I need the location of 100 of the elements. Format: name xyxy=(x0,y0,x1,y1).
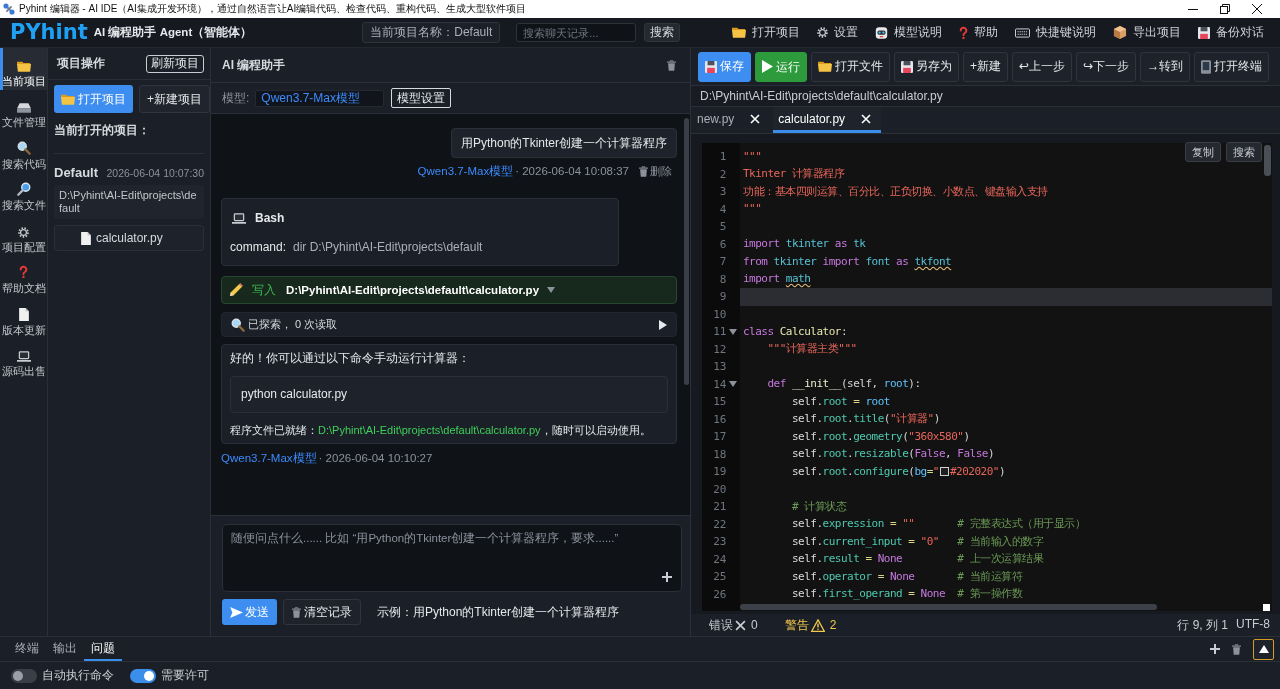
code-text: def __init__(self, root): xyxy=(766,377,921,392)
vertical-scrollbar[interactable] xyxy=(1264,145,1271,176)
fold-icon[interactable] xyxy=(729,381,737,388)
search-button[interactable]: 搜索 xyxy=(1226,142,1262,162)
sidebar-item[interactable]: 搜索代码 xyxy=(0,131,47,173)
toggle-switch[interactable] xyxy=(130,668,156,683)
menu-item[interactable]: 打开项目 xyxy=(732,25,800,40)
toolbar-button[interactable]: 另存为 xyxy=(894,51,959,82)
editor-tab[interactable]: new.py xyxy=(694,107,769,133)
question-mark-icon xyxy=(19,265,28,279)
line-number: 1 xyxy=(719,150,726,164)
code-text: self.result = None # 上一次运算结果 xyxy=(790,552,1044,567)
trash-icon[interactable] xyxy=(1232,643,1241,655)
sidebar-item[interactable]: 帮助文档 xyxy=(0,255,47,297)
search-icon xyxy=(16,140,31,155)
caret-up-icon xyxy=(1258,645,1269,653)
search-button[interactable]: 搜索 xyxy=(644,23,681,42)
code-text: Tkinter 计算器程序 xyxy=(743,167,845,182)
model-name: Qwen3.7-Max模型 xyxy=(221,450,317,466)
laptop-icon xyxy=(16,351,31,362)
menu-item[interactable]: 备份对话 xyxy=(1198,25,1264,40)
menu-item[interactable]: 设置 xyxy=(817,25,858,40)
panel-title: AI 编程助手 xyxy=(222,56,286,74)
line-number: 2 xyxy=(719,167,726,181)
sidebar-item[interactable]: 文件管理 xyxy=(0,89,47,131)
delete-button[interactable]: 删除 xyxy=(639,163,672,179)
menu-item[interactable]: 快捷键说明 xyxy=(1015,25,1096,40)
toolbar-button[interactable]: +新建 xyxy=(963,51,1008,82)
laptop-icon xyxy=(232,212,246,224)
code-text: self.root = root xyxy=(790,394,890,409)
copy-button[interactable]: 复制 xyxy=(1185,142,1221,162)
message-timestamp: · 2026-06-04 10:10:27 xyxy=(318,452,433,464)
model-name: Qwen3.7-Max模型 xyxy=(417,163,514,179)
pencil-icon xyxy=(229,283,243,297)
plus-icon[interactable] xyxy=(662,572,672,582)
plus-icon[interactable] xyxy=(1210,644,1220,654)
fold-icon[interactable] xyxy=(729,328,737,335)
code-text: class Calculator: xyxy=(743,324,848,339)
code-text: from tkinter import font as tkfont xyxy=(743,254,952,269)
line-number: 8 xyxy=(719,272,726,286)
model-settings-button[interactable]: 模型设置 xyxy=(391,88,452,108)
sidebar-item[interactable]: 当前项目 xyxy=(0,48,47,90)
line-number: 17 xyxy=(713,430,726,444)
search-field[interactable]: 搜索聊天记录... xyxy=(516,23,637,42)
message-text: 程序文件已就绪：D:\Pyhint\AI-Edit\projects\default\calculator.py，随时可以启动使用。 xyxy=(230,423,652,437)
sidebar-item[interactable]: 源码出售 xyxy=(0,338,47,380)
encoding-label: UTF-8 xyxy=(1236,616,1270,633)
toolbar-button[interactable]: 运行 xyxy=(755,51,807,82)
file-write-banner[interactable]: 写入 D:\Pyhint\AI-Edit\projects\default\calculator.py xyxy=(221,276,677,304)
menu-item[interactable]: 帮助 xyxy=(959,25,998,40)
panel-tab[interactable]: 终端 xyxy=(8,637,46,661)
clear-button[interactable]: 清空记录 xyxy=(283,599,361,625)
file-item[interactable]: calculator.py xyxy=(54,225,204,251)
drive-icon xyxy=(16,103,31,113)
line-number: 21 xyxy=(713,500,726,514)
scrollbar[interactable] xyxy=(684,118,689,385)
toolbar-button[interactable]: 打开文件 xyxy=(811,51,890,82)
message-timestamp: · 2026-06-04 10:08:37 xyxy=(515,165,629,177)
sidebar-item[interactable]: 搜索文件 xyxy=(0,172,47,214)
gear-icon xyxy=(817,27,828,38)
cursor-position: 行 9, 列 1 xyxy=(1177,616,1228,634)
line-number: 6 xyxy=(719,237,726,251)
line-number: 22 xyxy=(713,517,726,531)
warning-count: 2 xyxy=(829,618,837,632)
panel-tab[interactable]: 输出 xyxy=(46,637,84,661)
line-number: 14 xyxy=(713,377,726,391)
trash-icon[interactable] xyxy=(667,59,676,71)
toolbar-button[interactable]: →转到 xyxy=(1140,51,1191,82)
toolbar-button[interactable]: 打开终端 xyxy=(1194,51,1270,82)
file-path: D:\Pyhint\AI-Edit\projects\default\calculator.py xyxy=(286,284,540,296)
box-icon xyxy=(1113,26,1127,39)
toolbar-button[interactable]: ↪下一步 xyxy=(1076,51,1137,82)
editor-tab[interactable]: calculator.py xyxy=(773,107,882,133)
scroll-corner xyxy=(1263,603,1270,611)
toolbar-button[interactable]: ↩上一步 xyxy=(1012,51,1073,82)
panel-toggle-button[interactable] xyxy=(1253,638,1274,660)
sidebar-item[interactable]: 项目配置 xyxy=(0,214,47,256)
panel-tab[interactable]: 问题 xyxy=(84,637,122,661)
toggle-switch[interactable] xyxy=(11,668,37,683)
app-logo: PYhint xyxy=(10,22,88,43)
code-text: self.first_operand = None # 第一操作数 xyxy=(790,587,1023,602)
sidebar-item[interactable]: 版本更新 xyxy=(0,297,47,339)
refresh-button[interactable]: 刷新项目 xyxy=(146,54,204,73)
restore-icon[interactable] xyxy=(1220,4,1230,14)
trash-icon xyxy=(292,606,301,618)
close-icon[interactable] xyxy=(1252,4,1262,14)
line-number: 11 xyxy=(713,325,726,339)
folder-icon xyxy=(61,93,75,105)
chat-input[interactable]: 随便问点什么...... 比如 “用Python的Tkinter创建一个计算器程序，要求......” xyxy=(222,524,682,592)
line-number: 26 xyxy=(713,587,726,601)
model-select[interactable]: Qwen3.7-Max模型 xyxy=(255,89,385,107)
error-count: 0 xyxy=(751,618,758,632)
menu-item[interactable]: 导出项目 xyxy=(1113,25,1181,40)
line-number: 12 xyxy=(713,342,726,356)
new-project-button[interactable]: +新建项目 xyxy=(139,85,210,113)
menu-item[interactable]: 模型说明 xyxy=(875,25,942,40)
code-text: # 计算状态 xyxy=(790,499,847,514)
explore-summary[interactable]: 已探索， 0 次读取 xyxy=(221,312,677,337)
message-text: 好的！你可以通过以下命令手动运行计算器： xyxy=(230,351,471,365)
horizontal-scrollbar[interactable] xyxy=(740,604,1157,610)
